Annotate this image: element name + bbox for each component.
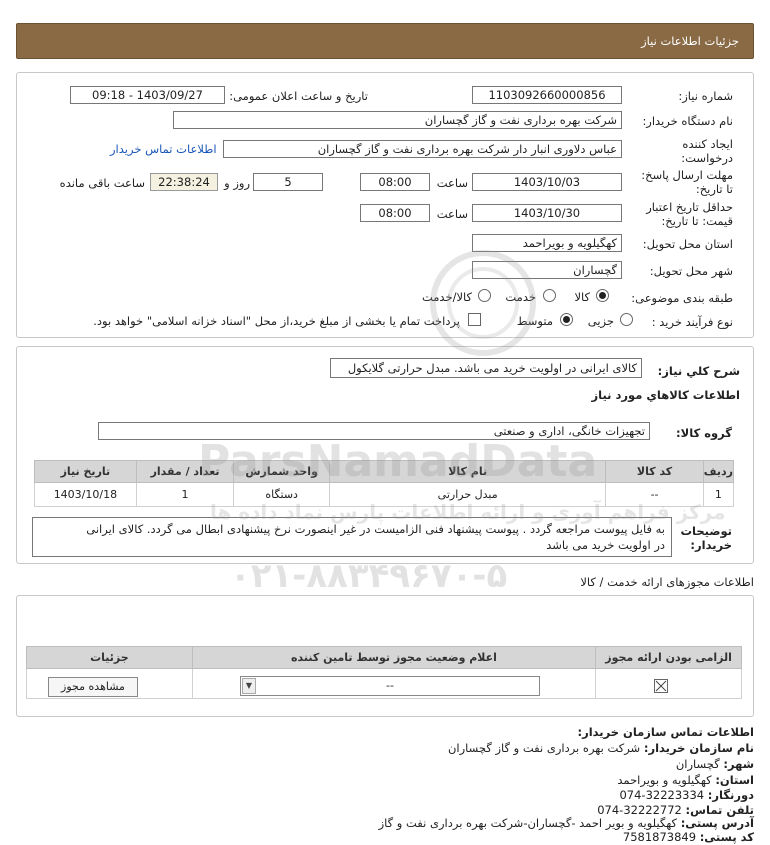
contact-fax: دورنگار: 074-32223334	[619, 788, 754, 802]
cell-code: --	[605, 482, 704, 507]
process-radio-minor[interactable]	[620, 313, 633, 326]
deadline-time-field: 08:00	[360, 173, 430, 191]
description-label: شرح کلي نياز:	[657, 364, 740, 378]
creator-label-2: درخواست:	[681, 151, 733, 165]
days-field: 5	[253, 173, 323, 191]
process-option-medium: متوسط	[516, 314, 553, 328]
contact-title: اطلاعات تماس سازمان خریدار:	[577, 725, 754, 739]
deadline-label-2: تا تاریخ:	[695, 182, 733, 196]
chevron-down-icon: ▼	[242, 678, 256, 694]
remaining-time-field: 22:38:24	[150, 173, 218, 191]
deadline-date-field: 1403/10/03	[472, 173, 622, 191]
validity-time-field: 08:00	[360, 204, 430, 222]
contact-postal: کد پستی: 7581873849	[622, 830, 754, 844]
cell-qty: 1	[135, 482, 235, 507]
goods-group-label: گروه کالا:	[676, 426, 732, 440]
description-field: کالای ایرانی در اولویت خرید می باشد. مبد…	[330, 358, 642, 378]
category-radio-service[interactable]	[543, 289, 556, 302]
category-radio-goods[interactable]	[596, 289, 609, 302]
process-option-minor: جزیی	[587, 314, 614, 328]
buyer-notes-line-2: در اولویت خرید می باشد	[546, 538, 665, 552]
table-row: 1 -- مبدل حرارتی دستگاه 1 1403/10/18	[34, 482, 735, 507]
contact-phone: تلفن تماس: 074-32222772	[597, 803, 754, 817]
permits-section-title: اطلاعات مجوزهای ارائه خدمت / کالا	[580, 575, 754, 589]
city-field: گچساران	[472, 261, 622, 279]
cell-date: 1403/10/18	[34, 482, 137, 507]
col-unit: واحد شمارش	[233, 460, 330, 483]
creator-field: عباس دلاوری انبار دار شرکت بهره برداری ن…	[223, 140, 622, 158]
province-label: استان محل تحویل:	[642, 237, 733, 251]
contact-city: شهر: گچساران	[675, 757, 754, 771]
category-label: طبقه بندی موضوعی:	[631, 291, 733, 305]
category-option-goods: کالا	[574, 290, 590, 304]
announce-field: 1403/09/27 - 09:18	[70, 86, 225, 104]
city-label: شهر محل تحویل:	[649, 264, 733, 278]
contact-province: استان: کهگیلویه و بویراحمد	[617, 773, 754, 787]
col-permit-details: جزئیات	[26, 646, 193, 669]
col-qty: تعداد / مقدار	[135, 460, 235, 483]
col-row: ردیف	[702, 460, 735, 483]
cell-name: مبدل حرارتی	[328, 482, 607, 507]
days-label: روز و	[224, 176, 250, 190]
goods-group-field: تجهیزات خانگی، اداری و صنعتی	[98, 422, 650, 440]
validity-time-label: ساعت	[436, 207, 468, 221]
buyer-notes-line-1: به فایل پیوست مراجعه گردد . پیوست پیشنها…	[86, 522, 665, 536]
col-permit-required: الزامی بودن ارائه مجوز	[595, 646, 742, 669]
view-permit-button[interactable]: مشاهده مجوز	[48, 677, 138, 697]
goods-table: ردیف کد کالا نام کالا واحد شمارش تعداد /…	[34, 460, 735, 507]
col-code: کد کالا	[605, 460, 704, 483]
buyer-notes-label-2: خریدار:	[690, 538, 732, 552]
permit-required-checkbox	[654, 679, 668, 693]
announce-label: تاریخ و ساعت اعلان عمومی:	[229, 89, 368, 103]
goods-section-title: اطلاعات کالاهاي مورد نياز	[591, 388, 740, 402]
cross-icon	[655, 680, 667, 692]
deadline-time-label: ساعت	[436, 176, 468, 190]
validity-date-field: 1403/10/30	[472, 204, 622, 222]
category-option-both: کالا/خدمت	[421, 290, 472, 304]
validity-label-2: قیمت: تا تاریخ:	[661, 214, 733, 228]
payment-checkbox[interactable]	[468, 313, 481, 326]
cell-unit: دستگاه	[233, 482, 330, 507]
permits-table-header: الزامی بودن ارائه مجوز اعلام وضعیت مجوز …	[26, 646, 742, 669]
page-header: جزئیات اطلاعات نیاز	[16, 23, 754, 59]
page-title: جزئیات اطلاعات نیاز	[641, 34, 739, 48]
cell-row: 1	[702, 482, 735, 507]
validity-label-1: حداقل تاریخ اعتبار	[646, 200, 733, 214]
contact-address: آدرس پستی: کهگیلویه و بویر احمد -گچساران…	[378, 816, 754, 830]
category-option-service: خدمت	[505, 290, 536, 304]
buyer-name-label: نام دستگاه خریدار:	[642, 114, 733, 128]
buyer-notes-box: به فایل پیوست مراجعه گردد . پیوست پیشنها…	[32, 517, 672, 557]
province-field: کهگیلویه و بویراحمد	[472, 234, 622, 252]
contact-org: نام سازمان خریدار: شرکت بهره برداری نفت …	[447, 741, 754, 755]
remaining-label: ساعت باقی مانده	[59, 176, 145, 190]
creator-label-1: ایجاد کننده	[682, 137, 733, 151]
need-number-field: 1103092660000856	[472, 86, 622, 104]
buyer-notes-label-1: توضیحات	[680, 524, 733, 538]
buyer-contact-link[interactable]: اطلاعات تماس خریدار	[110, 142, 217, 156]
category-radio-both[interactable]	[478, 289, 491, 302]
col-date: تاریخ نیاز	[34, 460, 137, 483]
col-name: نام کالا	[328, 460, 607, 483]
goods-table-header: ردیف کد کالا نام کالا واحد شمارش تعداد /…	[34, 460, 735, 483]
col-permit-status: اعلام وضعیت مجوز توسط تامین کننده	[191, 646, 597, 669]
permit-required-cell	[595, 668, 742, 699]
permit-status-select[interactable]: -- ▼	[240, 676, 540, 696]
deadline-label-1: مهلت ارسال پاسخ:	[641, 168, 733, 182]
process-radio-medium[interactable]	[560, 313, 573, 326]
payment-note: پرداخت تمام یا بخشی از مبلغ خرید،از محل …	[93, 314, 460, 328]
need-number-label: شماره نیاز:	[678, 89, 733, 103]
process-label: نوع فرآیند خرید :	[651, 315, 733, 329]
buyer-name-field: شرکت بهره برداری نفت و گاز گچساران	[173, 111, 622, 129]
permit-status-value: --	[386, 679, 394, 692]
